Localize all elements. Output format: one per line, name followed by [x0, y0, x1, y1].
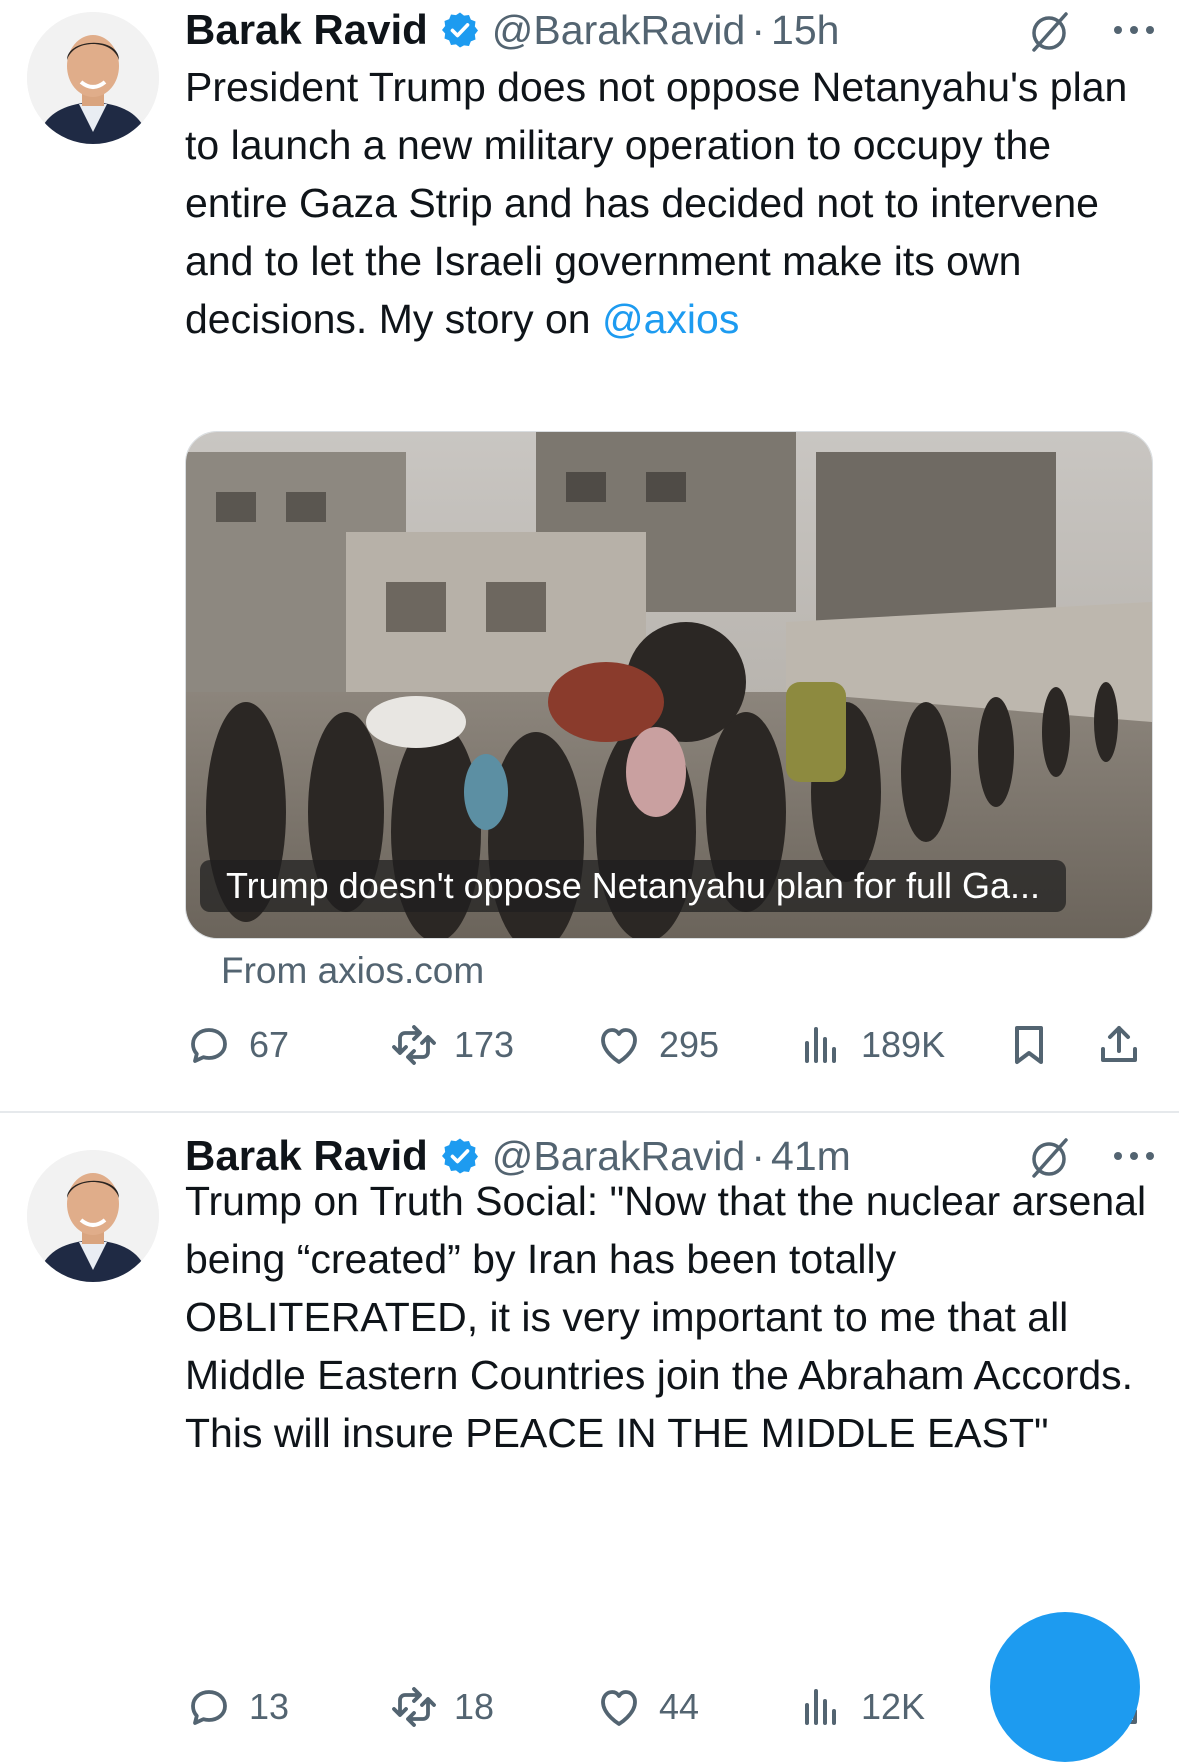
verified-badge-icon: [441, 1138, 478, 1174]
more-icon[interactable]: [1111, 22, 1157, 38]
compose-button[interactable]: [990, 1612, 1140, 1762]
repost-button[interactable]: 18: [390, 1677, 494, 1737]
card-source[interactable]: From axios.com: [221, 950, 484, 992]
tweet-2[interactable]: Barak Ravid @BarakRavid · 41m Trump on T…: [0, 1112, 1179, 1727]
tweet-1[interactable]: Barak Ravid @BarakRavid · 15h President …: [0, 0, 1179, 1112]
avatar-image: [27, 1150, 159, 1282]
repost-count: 18: [454, 1686, 495, 1727]
grok-icon[interactable]: [1026, 8, 1074, 56]
tweet-header: Barak Ravid @BarakRavid · 15h: [185, 0, 1159, 60]
link-card[interactable]: Trump doesn't oppose Netanyahu plan for …: [185, 431, 1153, 939]
share-button[interactable]: [1095, 1015, 1143, 1075]
verified-badge-icon: [441, 12, 478, 48]
reply-button[interactable]: 67: [185, 1015, 289, 1075]
like-icon: [601, 1690, 637, 1726]
avatar[interactable]: [27, 1150, 159, 1282]
views-count: 189K: [861, 1024, 946, 1065]
repost-icon: [392, 1025, 436, 1065]
tweet-text: President Trump does not oppose Netanyah…: [185, 58, 1155, 348]
action-bar: 67 173 295 189K: [185, 1015, 1145, 1075]
like-count: 295: [659, 1024, 720, 1065]
bookmark-icon: [1015, 1026, 1043, 1064]
like-icon: [601, 1028, 637, 1064]
reply-icon: [191, 1028, 227, 1063]
reply-button[interactable]: 13: [185, 1677, 289, 1737]
reply-icon: [191, 1690, 227, 1725]
like-button[interactable]: 44: [595, 1677, 699, 1737]
like-count: 44: [659, 1686, 700, 1727]
reply-count: 67: [249, 1024, 290, 1065]
author-handle[interactable]: @BarakRavid: [492, 7, 746, 54]
views-icon: [805, 1689, 836, 1725]
tweet-time[interactable]: 15h: [771, 7, 839, 54]
separator-dot: ·: [751, 6, 766, 53]
avatar-image: [27, 12, 159, 144]
author-name[interactable]: Barak Ravid: [185, 6, 428, 54]
card-caption: Trump doesn't oppose Netanyahu plan for …: [200, 860, 1067, 912]
repost-button[interactable]: 173: [390, 1015, 514, 1075]
repost-icon: [392, 1687, 436, 1727]
repost-count: 173: [454, 1024, 515, 1065]
share-icon: [1101, 1026, 1137, 1062]
like-button[interactable]: 295: [595, 1015, 719, 1075]
more-icon[interactable]: [1111, 1148, 1157, 1164]
views-button[interactable]: 189K: [797, 1015, 945, 1075]
avatar[interactable]: [27, 12, 159, 144]
mention-link[interactable]: @axios: [602, 296, 739, 342]
views-icon: [805, 1027, 836, 1063]
views-count: 12K: [861, 1686, 926, 1727]
views-button[interactable]: 12K: [797, 1677, 925, 1737]
reply-count: 13: [249, 1686, 290, 1727]
bookmark-button[interactable]: [1005, 1015, 1053, 1075]
tweet-text: Trump on Truth Social: "Now that the nuc…: [185, 1178, 1147, 1456]
